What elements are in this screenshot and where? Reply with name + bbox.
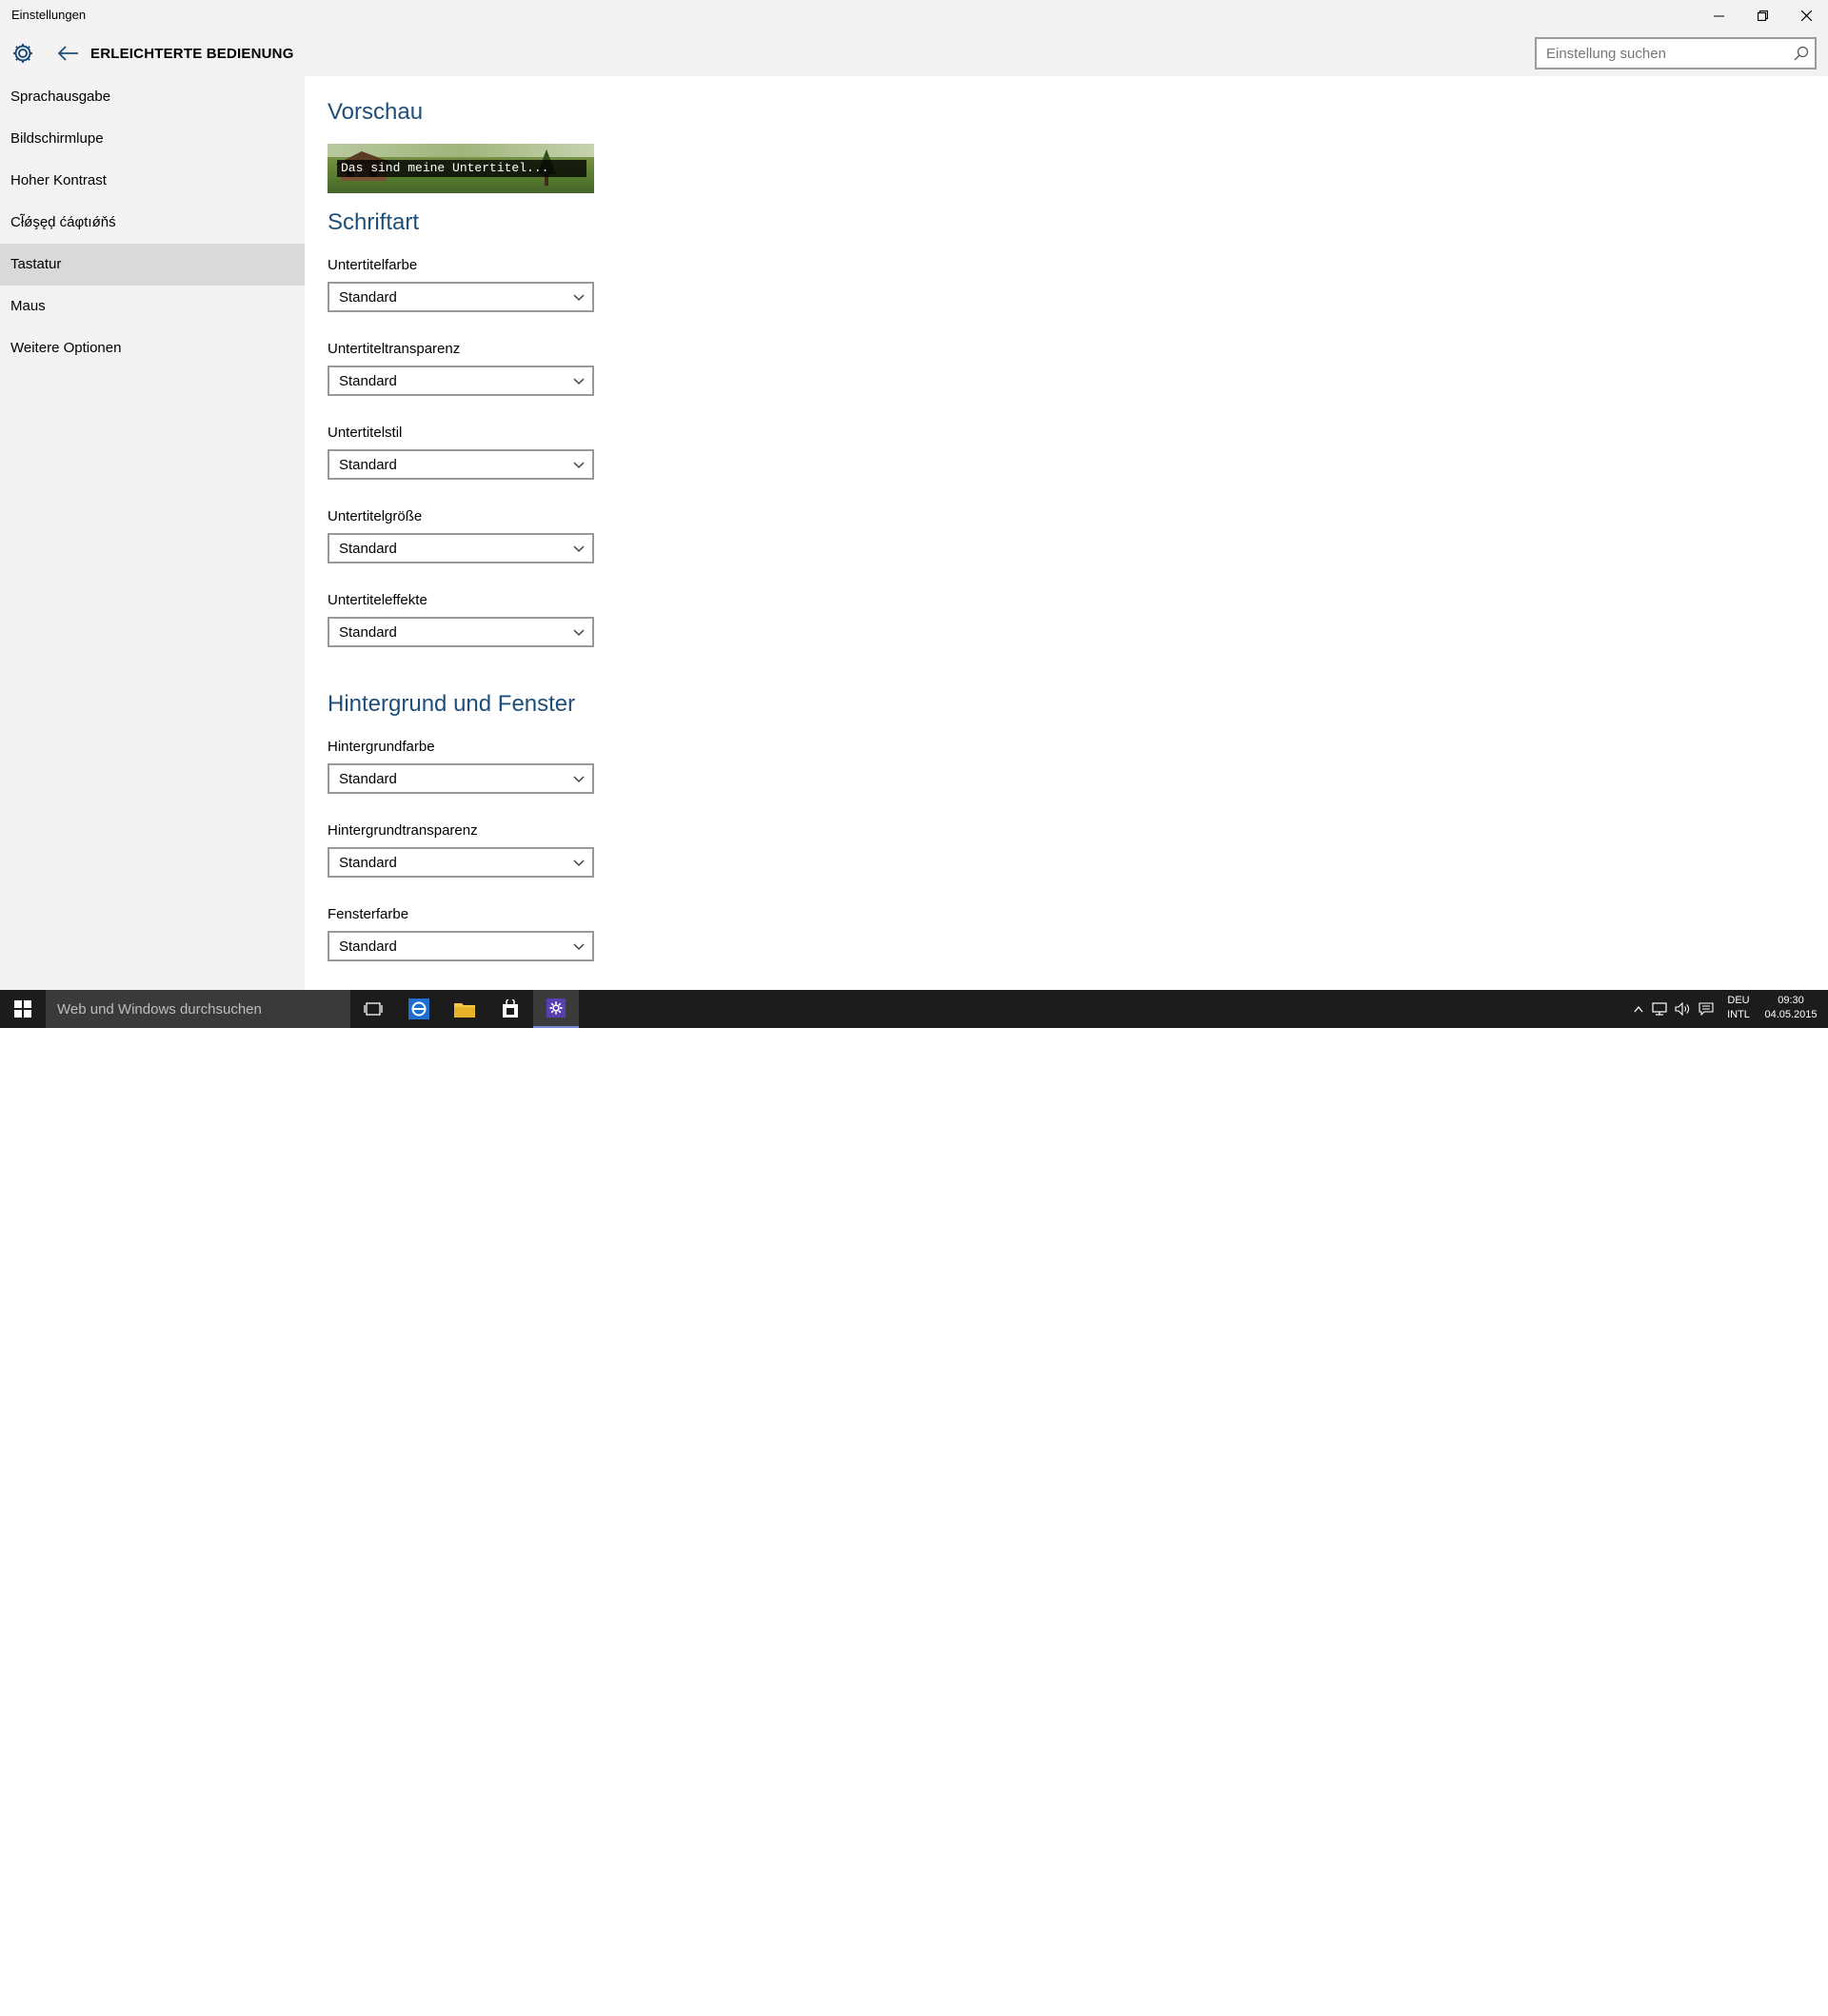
windows-logo-icon bbox=[14, 1000, 31, 1018]
keyboard-layout: INTL bbox=[1727, 1009, 1750, 1020]
sidebar-item-magnifier[interactable]: Bildschirmlupe bbox=[0, 118, 305, 160]
watermark-text: The Collection Book bbox=[1649, 1987, 1793, 2006]
watermark-logo: The Collection Book bbox=[1590, 1978, 1818, 2016]
start-button[interactable] bbox=[0, 990, 46, 1028]
chevron-down-icon bbox=[573, 462, 585, 468]
caption-transparency-label: Untertiteltransparenz bbox=[328, 341, 461, 357]
sidebar-nav: Sprachausgabe Bildschirmlupe Hoher Kontr… bbox=[0, 76, 305, 990]
file-explorer-button[interactable] bbox=[442, 990, 487, 1028]
chevron-down-icon bbox=[573, 860, 585, 866]
action-center-icon bbox=[1699, 1002, 1714, 1016]
network-icon bbox=[1652, 1002, 1667, 1016]
background-transparency-label: Hintergrundtransparenz bbox=[328, 822, 478, 839]
sidebar-item-keyboard[interactable]: Tastatur bbox=[0, 244, 305, 286]
dropdown-value: Standard bbox=[339, 373, 397, 389]
caption-size-label: Untertitelgröße bbox=[328, 508, 423, 524]
close-button[interactable] bbox=[1784, 0, 1828, 30]
close-icon bbox=[1800, 10, 1812, 21]
dropdown-value: Standard bbox=[339, 289, 397, 306]
minimize-button[interactable] bbox=[1697, 0, 1740, 30]
edge-browser-button[interactable] bbox=[396, 990, 442, 1028]
taskbar-clock[interactable]: 09:30 04.05.2015 bbox=[1759, 994, 1822, 1024]
clock-time: 09:30 bbox=[1778, 995, 1804, 1006]
task-view-icon bbox=[364, 1002, 383, 1016]
language-code: DEU bbox=[1727, 995, 1750, 1006]
task-view-button[interactable] bbox=[350, 990, 396, 1028]
sidebar-item-other-options[interactable]: Weitere Optionen bbox=[0, 327, 305, 369]
background-color-dropdown[interactable]: Standard bbox=[328, 763, 594, 794]
volume-icon bbox=[1675, 1002, 1689, 1016]
window-title: Einstellungen bbox=[11, 8, 87, 22]
minimize-icon bbox=[1713, 15, 1724, 16]
dropdown-value: Standard bbox=[339, 457, 397, 473]
caption-preview: Das sind meine Untertitel... bbox=[328, 144, 594, 193]
dropdown-value: Standard bbox=[339, 855, 397, 871]
sidebar-item-mouse[interactable]: Maus bbox=[0, 286, 305, 327]
window-color-label: Fensterfarbe bbox=[328, 906, 409, 922]
caption-size-dropdown[interactable]: Standard bbox=[328, 533, 594, 563]
chevron-down-icon bbox=[573, 294, 585, 301]
window-color-dropdown[interactable]: Standard bbox=[328, 931, 594, 961]
taskbar-search-input[interactable] bbox=[46, 990, 350, 1028]
dropdown-value: Standard bbox=[339, 541, 397, 557]
sidebar-item-high-contrast[interactable]: Hoher Kontrast bbox=[0, 160, 305, 202]
chevron-down-icon bbox=[573, 629, 585, 636]
store-icon bbox=[503, 999, 518, 1018]
settings-search-input[interactable] bbox=[1537, 39, 1784, 68]
caption-effects-label: Untertiteleffekte bbox=[328, 592, 427, 608]
chevron-up-icon bbox=[1634, 1005, 1643, 1013]
chevron-down-icon bbox=[573, 545, 585, 552]
store-button[interactable] bbox=[487, 990, 533, 1028]
dropdown-value: Standard bbox=[339, 939, 397, 955]
settings-home-button[interactable] bbox=[10, 40, 36, 67]
preview-heading: Vorschau bbox=[328, 99, 424, 125]
settings-app-button[interactable] bbox=[533, 990, 579, 1028]
taskbar: The Collection Book DEU INTL 09:30 04.05… bbox=[0, 990, 1828, 2014]
chevron-down-icon bbox=[573, 776, 585, 782]
caption-color-label: Untertitelfarbe bbox=[328, 257, 418, 273]
file-explorer-icon bbox=[454, 1003, 475, 1018]
restore-icon bbox=[1757, 10, 1768, 21]
main-content: Vorschau Das sind meine Untertitel... Sc… bbox=[305, 76, 1828, 990]
restore-button[interactable] bbox=[1740, 0, 1784, 30]
caption-effects-dropdown[interactable]: Standard bbox=[328, 617, 594, 647]
settings-header: ERLEICHTERTE BEDIENUNG bbox=[0, 30, 1828, 76]
network-button[interactable] bbox=[1649, 990, 1670, 1028]
sidebar-item-closed-captions[interactable]: Cł̃ǿşęḑ ćáφtıǿňś bbox=[0, 202, 305, 244]
caption-style-dropdown[interactable]: Standard bbox=[328, 449, 594, 480]
taskbar-search-box[interactable] bbox=[46, 990, 350, 1028]
background-transparency-dropdown[interactable]: Standard bbox=[328, 847, 594, 878]
clock-date: 04.05.2015 bbox=[1764, 1009, 1818, 1020]
caption-style-label: Untertitelstil bbox=[328, 425, 403, 441]
caption-color-dropdown[interactable]: Standard bbox=[328, 282, 594, 312]
chevron-down-icon bbox=[573, 943, 585, 950]
search-icon[interactable] bbox=[1794, 46, 1809, 61]
settings-icon bbox=[546, 998, 566, 1018]
window-titlebar: Einstellungen bbox=[0, 0, 1828, 30]
font-heading: Schriftart bbox=[328, 209, 420, 235]
back-arrow-icon bbox=[58, 46, 78, 61]
sidebar-item-narrator[interactable]: Sprachausgabe bbox=[0, 76, 305, 118]
volume-button[interactable] bbox=[1672, 990, 1693, 1028]
action-center-button[interactable] bbox=[1695, 990, 1718, 1028]
show-hidden-icons-button[interactable] bbox=[1630, 990, 1647, 1028]
settings-search-box[interactable] bbox=[1535, 37, 1817, 69]
back-button[interactable] bbox=[55, 40, 82, 67]
page-title: ERLEICHTERTE BEDIENUNG bbox=[90, 46, 294, 62]
preview-caption-text: Das sind meine Untertitel... bbox=[337, 160, 586, 177]
edge-icon bbox=[408, 998, 429, 1019]
gear-icon bbox=[13, 44, 32, 63]
dropdown-value: Standard bbox=[339, 771, 397, 787]
caption-transparency-dropdown[interactable]: Standard bbox=[328, 366, 594, 396]
book-logo-icon bbox=[1592, 1984, 1639, 2014]
chevron-down-icon bbox=[573, 378, 585, 385]
background-window-heading: Hintergrund und Fenster bbox=[328, 691, 576, 717]
input-language-indicator[interactable]: DEU INTL bbox=[1721, 994, 1756, 1024]
background-color-label: Hintergrundfarbe bbox=[328, 739, 435, 755]
dropdown-value: Standard bbox=[339, 624, 397, 641]
